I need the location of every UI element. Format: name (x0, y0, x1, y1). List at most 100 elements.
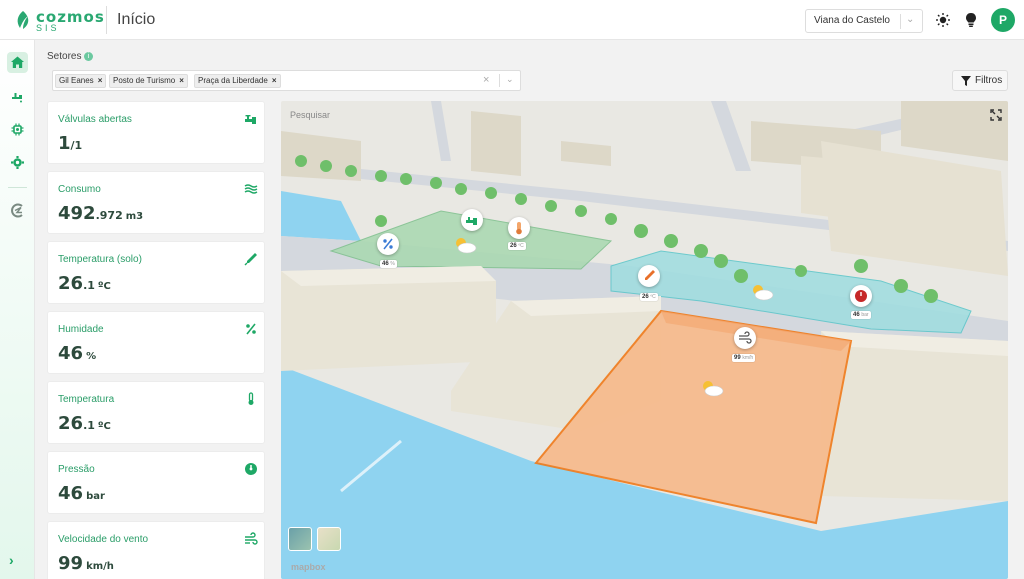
mapbox-attribution[interactable]: mapbox (291, 562, 326, 572)
value-unit: bar (86, 491, 105, 502)
chip-remove-icon[interactable]: × (98, 76, 103, 85)
card-label: Pressão (58, 464, 95, 475)
sidebar-item-settings[interactable] (7, 152, 28, 173)
sector-chip: Gil Eanes × (55, 74, 107, 88)
card-value: 26.1 ºC (58, 273, 111, 294)
chip-remove-icon[interactable]: × (272, 76, 277, 85)
card-consumption[interactable]: Consumo 492.972 m3 (47, 171, 265, 234)
card-value: 492.972 m3 (58, 203, 143, 224)
divider (106, 6, 107, 34)
pressure-marker[interactable] (850, 285, 872, 307)
sidebar-item-cozmos[interactable] (7, 200, 28, 221)
wind-icon (245, 532, 258, 545)
value-dec: /1 (70, 139, 83, 152)
card-open-valves[interactable]: Válvulas abertas 1/1 (47, 101, 265, 164)
valve-icon (245, 115, 256, 124)
sidebar-divider (8, 187, 27, 188)
avatar[interactable]: P (991, 8, 1015, 32)
value-int: 46 (58, 483, 84, 504)
info-icon[interactable]: i (84, 52, 93, 61)
value-unit: ºC (97, 421, 111, 432)
chevron-down-icon[interactable]: ⌄ (906, 14, 914, 25)
chip-label: Gil Eanes (59, 76, 94, 85)
page-title: Início (117, 11, 156, 28)
sector-chip: Posto de Turismo × (109, 74, 188, 88)
card-label: Velocidade do vento (58, 534, 149, 545)
streets-style-thumbnail[interactable] (317, 527, 341, 551)
humidity-marker[interactable] (377, 233, 399, 255)
percent-icon (246, 323, 256, 335)
card-value: 46 bar (58, 483, 105, 504)
map-view[interactable]: Pesquisar 46 % 26 ºC 26 ºC 46 bar 99 km/… (281, 101, 1008, 579)
valve-icon (466, 217, 477, 225)
sector-chip: Praça da Liberdade × (194, 74, 281, 88)
water-flow-icon (244, 184, 258, 194)
card-label: Temperatura (solo) (58, 254, 142, 265)
brand-sub: SIS (36, 23, 60, 33)
settings-icon (11, 156, 24, 169)
city-select-value: Viana do Castelo (814, 15, 890, 26)
card-humidity[interactable]: Humidade 46% (47, 311, 265, 374)
chip-label: Posto de Turismo (113, 76, 176, 85)
chip-label: Praça da Liberdade (198, 76, 268, 85)
soil-probe-marker[interactable] (638, 265, 660, 287)
sidebar-expand-button[interactable]: › (9, 552, 14, 568)
label-value: 46 (853, 312, 860, 318)
map-search-input[interactable]: Pesquisar (290, 110, 330, 120)
chip-remove-icon[interactable]: × (179, 76, 184, 85)
gauge-icon (855, 290, 867, 302)
soil-probe-icon (244, 253, 257, 266)
card-temperature[interactable]: Temperatura 26.1 ºC (47, 381, 265, 444)
map-canvas (281, 101, 1008, 579)
percent-icon (383, 238, 393, 250)
thermometer-icon (516, 222, 522, 235)
card-pressure[interactable]: Pressão 46 bar (47, 451, 265, 514)
card-wind-speed[interactable]: Velocidade do vento 99 km/h (47, 521, 265, 579)
value-unit: % (86, 351, 97, 362)
label-value: 26 (642, 294, 649, 300)
city-select[interactable]: Viana do Castelo ⌄ (805, 9, 923, 33)
divider (499, 74, 500, 87)
home-icon (11, 56, 24, 68)
card-value: 99 km/h (58, 553, 114, 574)
sidebar-item-irrigation[interactable] (7, 86, 28, 107)
sector-multiselect[interactable]: Gil Eanes × Posto de Turismo × Praça da Li… (52, 70, 521, 91)
clear-icon[interactable]: × (483, 74, 489, 86)
valve-marker[interactable] (461, 209, 483, 231)
sidebar-item-home[interactable] (7, 52, 28, 73)
value-unit: ºC (97, 281, 111, 292)
app-logo[interactable]: cozmos SIS (14, 8, 104, 34)
filters-button[interactable]: Filtros (952, 70, 1008, 91)
wind-marker[interactable] (734, 327, 756, 349)
value-int: 26 (58, 413, 84, 434)
soil-temperature-marker[interactable] (508, 217, 530, 239)
partly-cloudy-icon (753, 285, 774, 301)
card-label: Humidade (58, 324, 104, 335)
label-unit: ºC (650, 294, 656, 300)
card-label: Temperatura (58, 394, 115, 405)
label-value: 26 (510, 243, 517, 249)
card-value: 26.1 ºC (58, 413, 111, 434)
card-soil-temperature[interactable]: Temperatura (solo) 26.1 ºC (47, 241, 265, 304)
sidebar-item-sensors[interactable] (7, 119, 28, 140)
value-dec: .1 (83, 279, 95, 292)
label-unit: km/h (742, 355, 754, 361)
gauge-icon (245, 463, 257, 475)
card-label: Válvulas abertas (58, 114, 132, 125)
irrigation-icon (12, 93, 22, 103)
humidity-marker-label: 46 % (380, 260, 397, 268)
card-value: 46% (58, 343, 96, 364)
label-unit: ºC (518, 243, 524, 249)
top-bar: cozmos SIS Início Viana do Castelo ⌄ P (0, 0, 1024, 40)
card-value: 1/1 (58, 133, 82, 154)
value-int: 99 (58, 553, 84, 574)
satellite-style-thumbnail[interactable] (288, 527, 312, 551)
partly-cloudy-icon (456, 238, 477, 254)
fullscreen-icon[interactable] (990, 109, 1002, 121)
card-label: Consumo (58, 184, 101, 195)
lightbulb-icon[interactable] (962, 11, 980, 29)
value-unit: m3 (125, 211, 144, 222)
sun-icon[interactable] (934, 11, 952, 29)
chevron-down-icon[interactable]: ⌄ (506, 74, 514, 85)
value-int: 26 (58, 273, 84, 294)
